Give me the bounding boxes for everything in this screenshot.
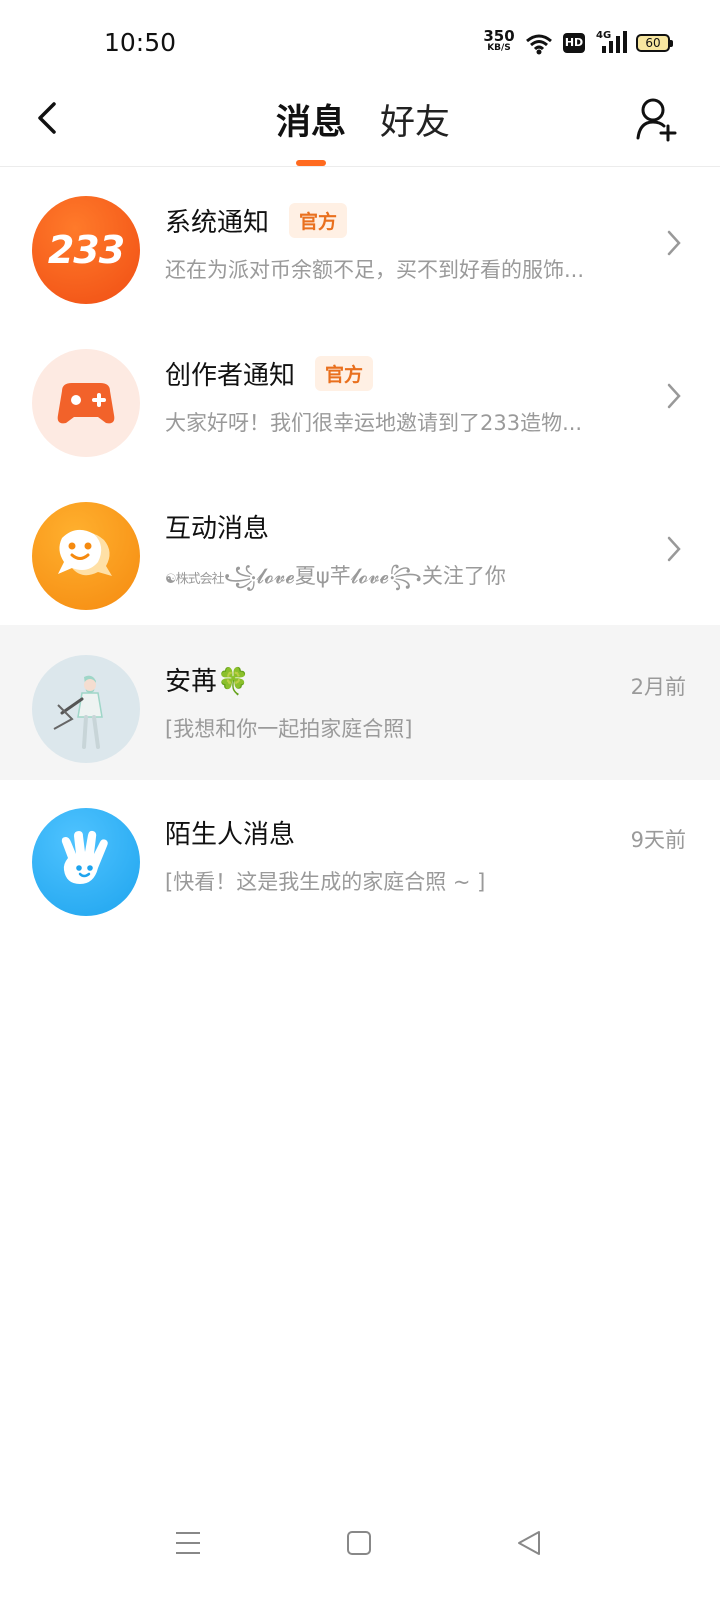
gamepad-icon <box>57 383 115 424</box>
list-item-system-notice[interactable]: 233 系统通知 官方 还在为派对币余额不足，买不到好看的服饰... <box>0 166 720 321</box>
item-preview: ☯株式会社꧁𝓵𝓸𝓿𝓮夏ψ芊𝓵𝓸𝓿𝓮꧂关注了你 <box>165 560 637 603</box>
item-title-text: 安苒🍀 <box>165 667 250 697</box>
chevron-right-icon <box>667 536 681 562</box>
waving-hand-icon <box>61 830 108 884</box>
add-friend-icon[interactable] <box>634 96 680 142</box>
list-item-interaction[interactable]: 互动消息 ☯株式会社꧁𝓵𝓸𝓿𝓮夏ψ芊𝓵𝓸𝓿𝓮꧂关注了你 <box>0 472 720 627</box>
user-avatar <box>32 655 140 763</box>
list-item-anran[interactable]: 安苒🍀 [我想和你一起拍家庭合照] 2月前 <box>0 625 720 780</box>
stranger-avatar <box>32 808 140 916</box>
official-badge: 官方 <box>315 356 374 391</box>
item-preview: [我想和你一起拍家庭合照] <box>165 717 413 741</box>
character-figure-icon <box>53 675 103 749</box>
tab-messages[interactable]: 消息 <box>276 94 346 145</box>
nav-back-button[interactable] <box>516 1530 542 1556</box>
list-item-creator-notice[interactable]: 创作者通知 官方 大家好呀！我们很幸运地邀请到了233造物... <box>0 319 720 474</box>
item-time: 9天前 <box>630 828 686 852</box>
creator-notice-avatar <box>32 349 140 457</box>
item-title: 陌生人消息 <box>165 814 295 851</box>
preview-user-name: ꧁𝓵𝓸𝓿𝓮夏ψ芊𝓵𝓸𝓿𝓮꧂ <box>223 564 422 588</box>
battery-icon: 60 <box>636 34 673 52</box>
preview-action: 关注了你 <box>421 564 506 588</box>
item-preview: 大家好呀！我们很幸运地邀请到了233造物... <box>165 411 583 435</box>
avatar-233-logo: 233 <box>47 228 125 272</box>
item-time: 2月前 <box>630 675 686 699</box>
network-speed-value: 350 <box>483 27 515 45</box>
hd-icon: HD <box>563 33 585 53</box>
preview-user-prefix: ☯株式会社 <box>165 572 225 587</box>
back-button[interactable] <box>30 98 66 138</box>
status-bar: 10:50 350 KB/S HD 4G 60 <box>0 0 720 90</box>
item-title-text: 系统通知 <box>165 208 270 238</box>
item-title-text: 互动消息 <box>165 514 270 544</box>
item-preview: [快看！这是我生成的家庭合照 ~ ] <box>165 870 486 894</box>
item-preview: 还在为派对币余额不足，买不到好看的服饰... <box>165 258 585 282</box>
interaction-avatar <box>32 502 140 610</box>
item-title: 安苒🍀 <box>165 661 249 698</box>
item-title: 创作者通知 官方 <box>165 355 374 394</box>
system-notice-avatar: 233 <box>32 196 140 304</box>
list-item-stranger[interactable]: 陌生人消息 [快看！这是我生成的家庭合照 ~ ] 9天前 <box>0 778 720 933</box>
home-button[interactable] <box>346 1530 372 1556</box>
wifi-icon <box>526 34 552 55</box>
chat-bubble-smile-icon <box>58 529 112 576</box>
chevron-right-icon <box>667 383 681 409</box>
system-navigation-bar <box>0 1520 720 1600</box>
item-title: 互动消息 <box>165 508 269 545</box>
item-title-text: 创作者通知 <box>165 361 296 391</box>
top-bar: 消息 好友 <box>0 90 720 167</box>
tab-friends[interactable]: 好友 <box>380 94 450 145</box>
signal-type-label: 4G <box>596 30 612 41</box>
official-badge: 官方 <box>289 203 348 238</box>
network-speed: 350 KB/S <box>482 27 516 54</box>
recent-apps-button[interactable] <box>175 1530 201 1556</box>
item-title: 系统通知 官方 <box>165 202 348 241</box>
status-time: 10:50 <box>104 28 177 57</box>
chevron-right-icon <box>667 230 681 256</box>
item-title-text: 陌生人消息 <box>165 820 296 850</box>
